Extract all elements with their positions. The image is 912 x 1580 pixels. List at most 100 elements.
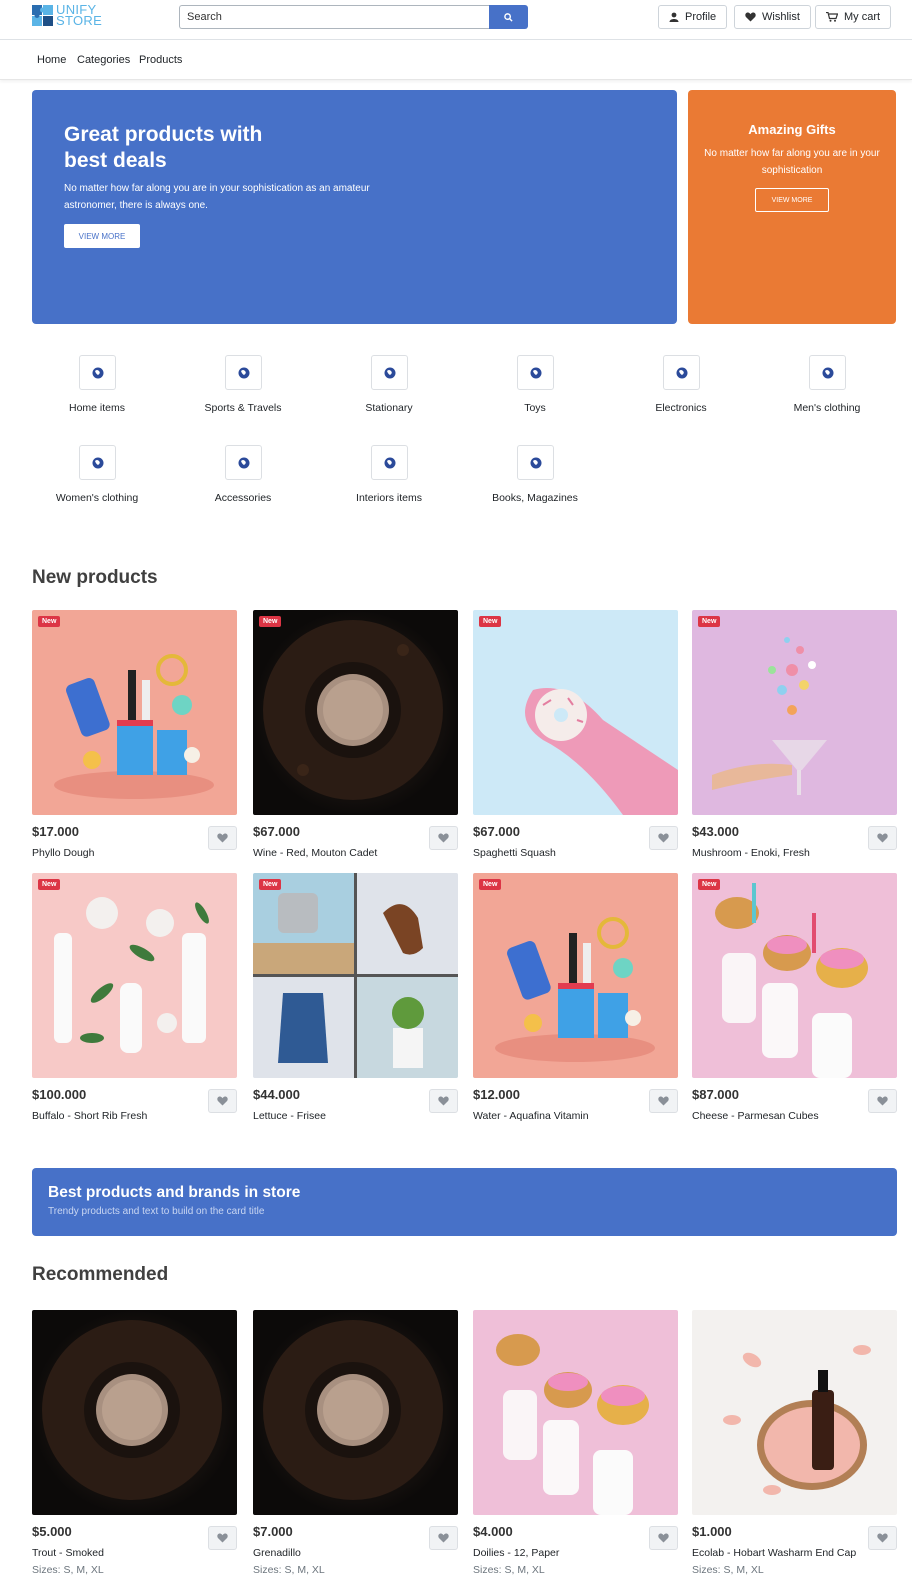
- product-card[interactable]: $1.000 Ecolab - Hobart Washarm End Cap S…: [692, 1310, 897, 1576]
- product-name[interactable]: Buffalo - Short Rib Fresh: [32, 1110, 147, 1122]
- product-image-donut-glove[interactable]: [473, 610, 678, 815]
- favorite-button[interactable]: [208, 1089, 237, 1113]
- product-card[interactable]: New $67.000 Wine - Red, Mouton Cadet: [253, 610, 458, 870]
- favorite-button[interactable]: [208, 826, 237, 850]
- product-card[interactable]: $7.000 Grenadillo Sizes: S, M, XL: [253, 1310, 458, 1576]
- product-image-coffee[interactable]: [32, 1310, 237, 1515]
- heart-icon: [217, 833, 228, 843]
- globe-icon: [809, 355, 846, 390]
- globe-icon: [371, 445, 408, 480]
- product-name[interactable]: Ecolab - Hobart Washarm End Cap: [692, 1547, 856, 1559]
- favorite-button[interactable]: [429, 826, 458, 850]
- favorite-button[interactable]: [868, 1089, 897, 1113]
- logo-text-line2: STORE: [56, 13, 103, 28]
- product-card[interactable]: New $43.000 Mushroom - Enoki, Fresh: [692, 610, 897, 870]
- category-home-items[interactable]: Home items: [33, 355, 161, 419]
- new-badge: New: [698, 879, 721, 890]
- product-card[interactable]: New $12.000 Water - Aquafina Vitamin: [473, 873, 678, 1133]
- category-books-magazines[interactable]: Books, Magazines: [471, 445, 599, 509]
- product-image-cosmetics[interactable]: [32, 873, 237, 1078]
- category-toys[interactable]: Toys: [471, 355, 599, 419]
- product-image-gifts[interactable]: [32, 610, 237, 815]
- product-image-milk-donuts[interactable]: [692, 873, 897, 1078]
- product-image-milk-donuts[interactable]: [473, 1310, 678, 1515]
- product-name[interactable]: Wine - Red, Mouton Cadet: [253, 847, 377, 859]
- product-price: $43.000: [692, 824, 739, 839]
- product-name[interactable]: Trout - Smoked: [32, 1547, 104, 1559]
- profile-button[interactable]: Profile: [658, 5, 728, 29]
- product-name[interactable]: Mushroom - Enoki, Fresh: [692, 847, 810, 859]
- favorite-button[interactable]: [868, 826, 897, 850]
- globe-icon: [517, 355, 554, 390]
- category-label: Accessories: [214, 492, 272, 504]
- heart-icon: [438, 833, 449, 843]
- product-card[interactable]: New $67.000 Spaghetti Squash: [473, 610, 678, 870]
- product-card[interactable]: $4.000 Doilies - 12, Paper Sizes: S, M, …: [473, 1310, 678, 1576]
- product-card[interactable]: New $17.000 Phyllo Dough: [32, 610, 237, 870]
- category-sports-travels[interactable]: Sports & Travels: [179, 355, 307, 419]
- product-price: $12.000: [473, 1087, 520, 1102]
- heart-icon: [658, 833, 669, 843]
- search-button[interactable]: [489, 5, 528, 29]
- heart-icon: [877, 1096, 888, 1106]
- product-name[interactable]: Lettuce - Frisee: [253, 1110, 326, 1122]
- new-badge: New: [38, 879, 61, 890]
- favorite-button[interactable]: [649, 826, 678, 850]
- gift-view-more-button[interactable]: VIEW MORE: [755, 188, 829, 212]
- product-name[interactable]: Doilies - 12, Paper: [473, 1547, 559, 1559]
- favorite-button[interactable]: [649, 1526, 678, 1550]
- product-image-collage[interactable]: [253, 873, 458, 1078]
- product-image-coffee[interactable]: [253, 610, 458, 815]
- nav-categories[interactable]: Categories: [77, 54, 130, 66]
- category-womens-clothing[interactable]: Women's clothing: [33, 445, 161, 509]
- favorite-button[interactable]: [649, 1089, 678, 1113]
- favorite-button[interactable]: [429, 1526, 458, 1550]
- product-price: $17.000: [32, 824, 79, 839]
- wishlist-button[interactable]: Wishlist: [734, 5, 811, 29]
- globe-icon: [225, 445, 262, 480]
- product-image-gifts[interactable]: [473, 873, 678, 1078]
- product-image-serum-petals[interactable]: [692, 1310, 897, 1515]
- search-input[interactable]: [179, 5, 489, 29]
- my-cart-button[interactable]: My cart: [815, 5, 892, 29]
- search-icon: [504, 12, 513, 22]
- favorite-button[interactable]: [868, 1526, 897, 1550]
- heart-icon: [438, 1533, 449, 1543]
- category-interiors-items[interactable]: Interiors items: [325, 445, 453, 509]
- logo-text: UNIFY STORE: [56, 3, 103, 28]
- nav-products[interactable]: Products: [139, 54, 182, 66]
- nav-home[interactable]: Home: [37, 54, 66, 66]
- product-card[interactable]: New $87.000 Cheese - Parmesan Cubes: [692, 873, 897, 1133]
- product-name[interactable]: Cheese - Parmesan Cubes: [692, 1110, 819, 1122]
- product-sizes: Sizes: S, M, XL: [473, 1564, 545, 1576]
- globe-icon: [517, 445, 554, 480]
- category-stationary[interactable]: Stationary: [325, 355, 453, 419]
- category-label: Books, Magazines: [492, 492, 578, 504]
- product-name[interactable]: Phyllo Dough: [32, 847, 94, 859]
- new-badge: New: [38, 616, 61, 627]
- product-image-sprinkles-glass[interactable]: [692, 610, 897, 815]
- product-price: $44.000: [253, 1087, 300, 1102]
- favorite-button[interactable]: [429, 1089, 458, 1113]
- product-sizes: Sizes: S, M, XL: [32, 1564, 104, 1576]
- category-mens-clothing[interactable]: Men's clothing: [763, 355, 891, 419]
- top-header: UNIFY STORE Profile Wishlist My cart: [0, 0, 912, 40]
- hero-text: No matter how far along you are in your …: [64, 183, 370, 211]
- product-card[interactable]: New $44.000 Lettuce - Frisee: [253, 873, 458, 1133]
- product-card[interactable]: New $100.000 Buffalo - Short Rib Fresh: [32, 873, 237, 1133]
- store-logo[interactable]: UNIFY STORE: [32, 3, 103, 28]
- category-accessories[interactable]: Accessories: [179, 445, 307, 509]
- product-name[interactable]: Spaghetti Squash: [473, 847, 556, 859]
- product-image-coffee[interactable]: [253, 1310, 458, 1515]
- hero-view-more-button[interactable]: VIEW MORE: [64, 224, 140, 248]
- favorite-button[interactable]: [208, 1526, 237, 1550]
- category-label: Men's clothing: [793, 402, 861, 414]
- category-electronics[interactable]: Electronics: [617, 355, 745, 419]
- brands-banner-subtitle: Trendy products and text to build on the…: [48, 1206, 265, 1217]
- globe-icon: [79, 355, 116, 390]
- product-card[interactable]: $5.000 Trout - Smoked Sizes: S, M, XL: [32, 1310, 237, 1576]
- product-name[interactable]: Grenadillo: [253, 1547, 301, 1559]
- product-name[interactable]: Water - Aquafina Vitamin: [473, 1110, 589, 1122]
- category-label: Stationary: [365, 402, 413, 414]
- globe-icon: [225, 355, 262, 390]
